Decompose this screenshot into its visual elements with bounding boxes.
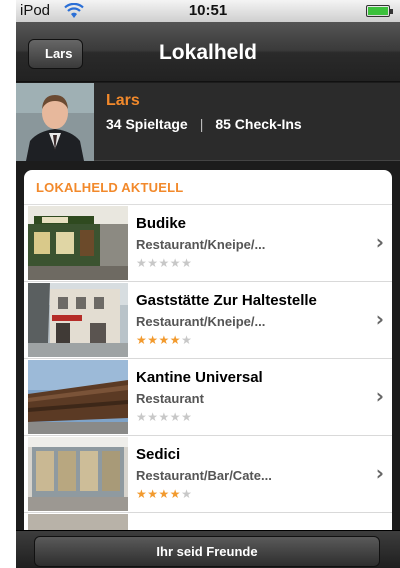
checkins-count: 85 Check-Ins [215, 116, 302, 132]
list-item[interactable]: Kantine Universal Restaurant ★★★★★ › [24, 359, 392, 436]
venue-category: Restaurant/Kneipe/... [136, 314, 266, 329]
status-bar: iPod 10:51 [16, 0, 400, 22]
chevron-right-icon: › [375, 461, 384, 485]
chevron-right-icon: › [375, 384, 384, 408]
chevron-right-icon: › [375, 230, 384, 254]
list-item[interactable]: Gaststätte Zur Haltestelle Restaurant/Kn… [24, 282, 392, 359]
star-icon: ★ [136, 410, 148, 424]
star-icon: ★ [158, 410, 170, 424]
rating-stars: ★★★★★ [136, 410, 192, 424]
app-screen: iPod 10:51 Lars Lokalheld Lars 34 Spielt… [16, 0, 400, 568]
navigation-bar: Lars Lokalheld [16, 22, 400, 82]
star-icon: ★ [136, 333, 148, 347]
star-icon: ★ [147, 333, 159, 347]
venue-photo [28, 437, 128, 511]
star-icon: ★ [147, 410, 159, 424]
star-icon: ★ [181, 487, 193, 501]
star-icon: ★ [181, 256, 193, 270]
venue-photo [28, 206, 128, 280]
venue-photo [28, 514, 128, 530]
chevron-right-icon: › [375, 307, 384, 331]
spieltage-count: 34 Spieltage [106, 116, 188, 132]
venue-name: Kantine Universal [136, 369, 263, 386]
avatar [16, 83, 94, 161]
profile-header: Lars 34 Spieltage | 85 Check-Ins [16, 83, 400, 161]
venue-name: Budike [136, 215, 187, 232]
profile-name: Lars [106, 92, 140, 109]
friends-button[interactable]: Ihr seid Freunde [34, 536, 380, 567]
person-photo [16, 83, 94, 161]
list-item[interactable] [24, 513, 392, 530]
venue-photo [28, 283, 128, 357]
star-icon: ★ [136, 487, 148, 501]
venue-list: LOKALHELD AKTUELL Budike Restaurant/Knei… [24, 170, 392, 530]
venue-name: Sedici [136, 446, 181, 463]
venue-category: Restaurant/Bar/Cate... [136, 468, 272, 483]
stats-separator: | [199, 116, 204, 132]
rating-stars: ★★★★★ [136, 333, 192, 347]
bottom-toolbar: Ihr seid Freunde [16, 530, 400, 568]
rating-stars: ★★★★★ [136, 487, 192, 501]
star-icon: ★ [158, 487, 170, 501]
star-icon: ★ [158, 333, 170, 347]
star-icon: ★ [147, 487, 159, 501]
venue-category: Restaurant/Kneipe/... [136, 237, 266, 252]
star-icon: ★ [147, 256, 159, 270]
clock: 10:51 [188, 2, 228, 19]
list-item[interactable]: Sedici Restaurant/Bar/Cate... ★★★★★ › [24, 436, 392, 513]
star-icon: ★ [169, 333, 182, 347]
battery-icon [366, 5, 393, 17]
star-icon: ★ [169, 256, 182, 270]
star-icon: ★ [169, 410, 182, 424]
star-icon: ★ [136, 256, 148, 270]
profile-stats: 34 Spieltage | 85 Check-Ins [106, 116, 302, 132]
page-title: Lokalheld [158, 41, 258, 64]
star-icon: ★ [181, 410, 193, 424]
list-section-header: LOKALHELD AKTUELL [24, 170, 392, 205]
star-icon: ★ [181, 333, 193, 347]
venue-category: Restaurant [136, 391, 204, 406]
star-icon: ★ [169, 487, 182, 501]
star-icon: ★ [158, 256, 170, 270]
venue-name: Gaststätte Zur Haltestelle [136, 292, 317, 309]
list-item[interactable]: Budike Restaurant/Kneipe/... ★★★★★ › [24, 205, 392, 282]
rating-stars: ★★★★★ [136, 256, 192, 270]
venue-photo [28, 360, 128, 434]
